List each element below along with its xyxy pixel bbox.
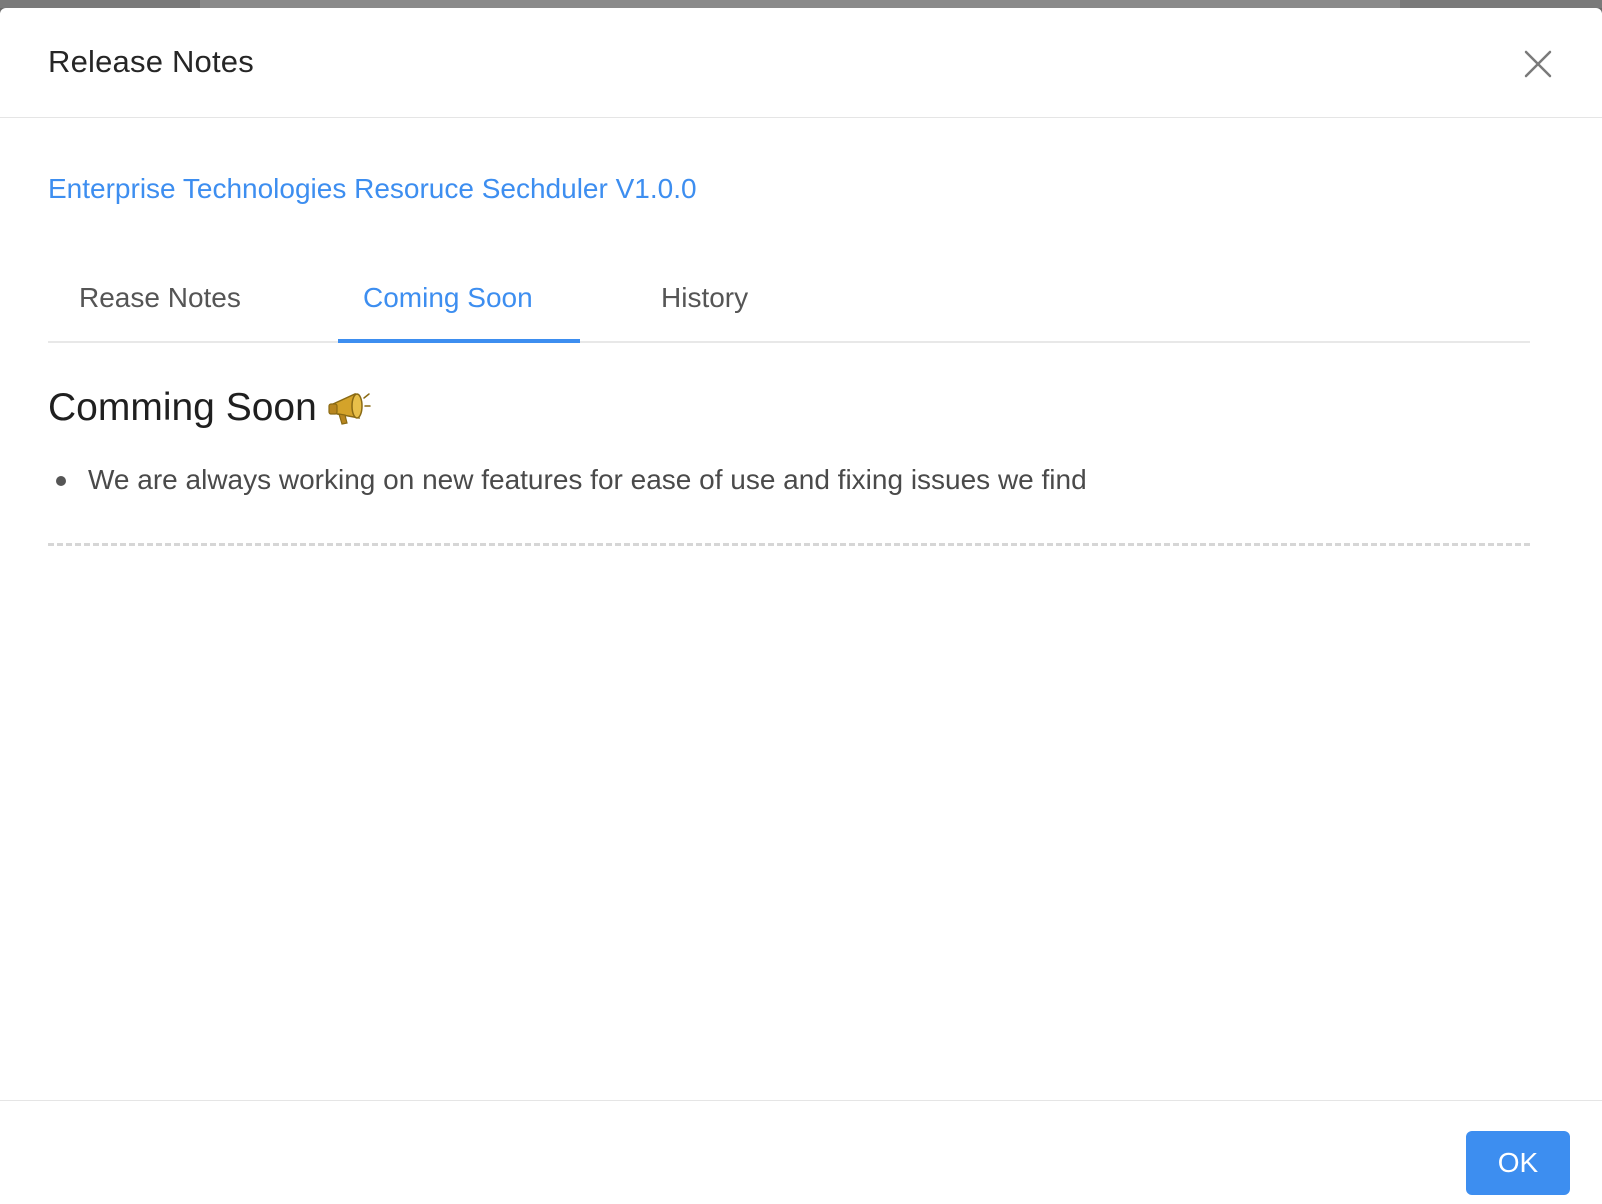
tab-history[interactable]: History (661, 263, 748, 343)
active-tab-indicator (338, 339, 580, 343)
close-button[interactable] (1520, 46, 1568, 94)
modal-title: Release Notes (48, 44, 254, 79)
modal-footer: OK (0, 1100, 1602, 1204)
list-item-text: We are always working on new features fo… (88, 464, 1087, 495)
feature-list: We are always working on new features fo… (48, 458, 1530, 502)
dashed-divider (48, 543, 1530, 546)
page-backdrop (0, 0, 1602, 8)
app-version-link[interactable]: Enterprise Technologies Resoruce Sechdul… (48, 173, 697, 205)
list-item: We are always working on new features fo… (48, 458, 1530, 502)
close-icon (1524, 50, 1552, 78)
megaphone-icon (328, 392, 371, 425)
section-heading: Comming Soon (48, 386, 371, 430)
modal-header: Release Notes (0, 8, 1602, 118)
section-heading-text: Comming Soon (48, 386, 317, 429)
tab-rease-notes[interactable]: Rease Notes (79, 263, 241, 343)
tab-coming-soon[interactable]: Coming Soon (363, 263, 533, 343)
release-tabs: Rease Notes Coming Soon History (48, 263, 1530, 343)
release-notes-modal: Release Notes Enterprise Technologies Re… (0, 8, 1602, 1204)
backdrop-window (200, 0, 1400, 8)
ok-button[interactable]: OK (1466, 1131, 1570, 1195)
bullet-icon (56, 476, 66, 486)
